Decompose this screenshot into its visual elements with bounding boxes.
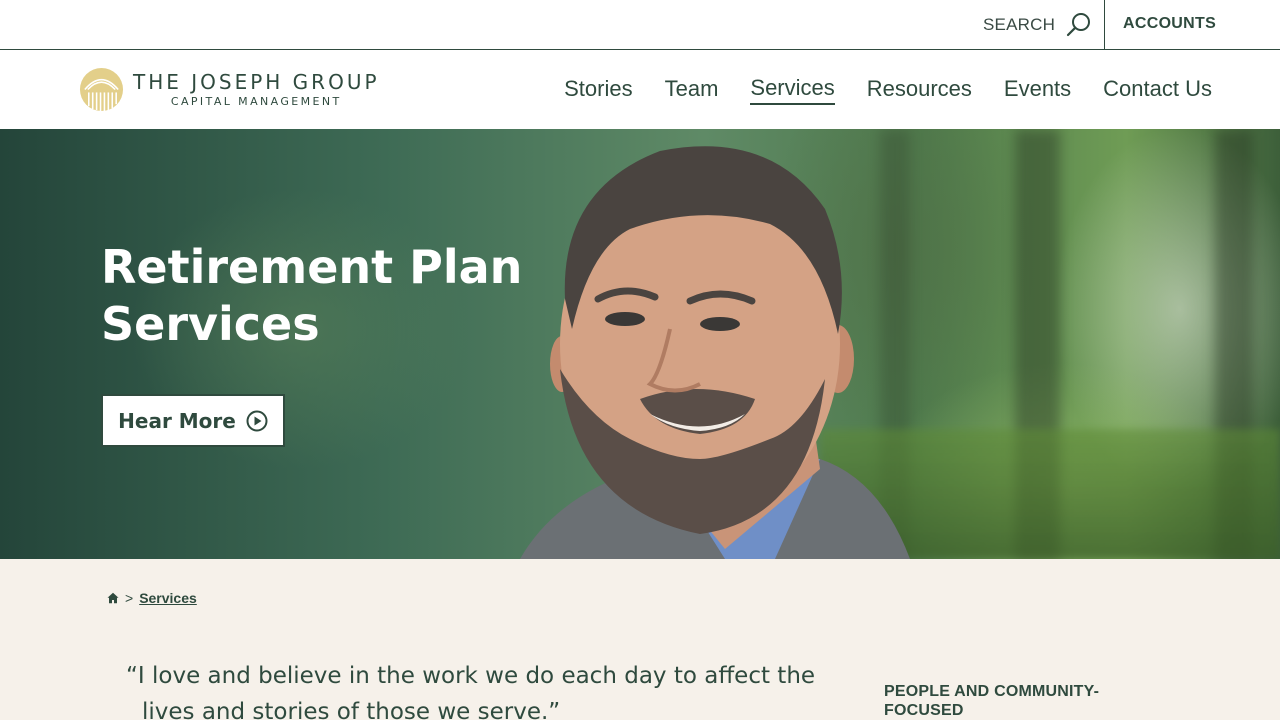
nav-item-contact-us[interactable]: Contact Us [1103, 76, 1212, 104]
hero-portrait-image [520, 146, 910, 559]
search-icon [1066, 13, 1091, 37]
hear-more-label: Hear More [118, 408, 236, 433]
search-button[interactable]: SEARCH [983, 0, 1093, 50]
logo-mark-icon [79, 67, 124, 112]
play-circle-icon [246, 410, 268, 431]
main-header: THE JOSEPH GROUP CAPITAL MANAGEMENT Stor… [0, 50, 1280, 129]
breadcrumb-services-link[interactable]: Services [139, 590, 197, 606]
breadcrumb-separator: > [125, 590, 134, 606]
hero-title: Retirement Plan Services [101, 240, 523, 351]
utility-divider [1104, 0, 1105, 50]
nav-item-team[interactable]: Team [665, 76, 719, 104]
logo[interactable]: THE JOSEPH GROUP CAPITAL MANAGEMENT [79, 67, 380, 112]
utility-bar: SEARCH ACCOUNTS [0, 0, 1280, 50]
main-content: > Services “I love and believe in the wo… [0, 559, 1280, 720]
nav-item-resources[interactable]: Resources [867, 76, 972, 104]
nav-item-services[interactable]: Services [750, 75, 835, 105]
logo-text: THE JOSEPH GROUP CAPITAL MANAGEMENT [133, 70, 380, 109]
pull-quote: “I love and believe in the work we do ea… [126, 658, 846, 720]
main-nav: Stories Team Services Resources Events C… [564, 50, 1212, 129]
hero-banner: Retirement Plan Services Hear More [0, 129, 1280, 559]
search-label: SEARCH [983, 15, 1056, 34]
accounts-link[interactable]: ACCOUNTS [1123, 0, 1216, 50]
breadcrumb: > Services [107, 590, 197, 606]
nav-item-events[interactable]: Events [1004, 76, 1071, 104]
hear-more-button[interactable]: Hear More [101, 394, 285, 447]
nav-item-stories[interactable]: Stories [564, 76, 632, 104]
home-icon[interactable] [107, 592, 119, 604]
side-heading: PEOPLE AND COMMUNITY-FOCUSED [884, 683, 1100, 719]
pull-quote-text: “I love and believe in the work we do ea… [126, 663, 816, 720]
logo-subtitle: CAPITAL MANAGEMENT [170, 95, 342, 108]
logo-name: THE JOSEPH GROUP [133, 70, 380, 94]
